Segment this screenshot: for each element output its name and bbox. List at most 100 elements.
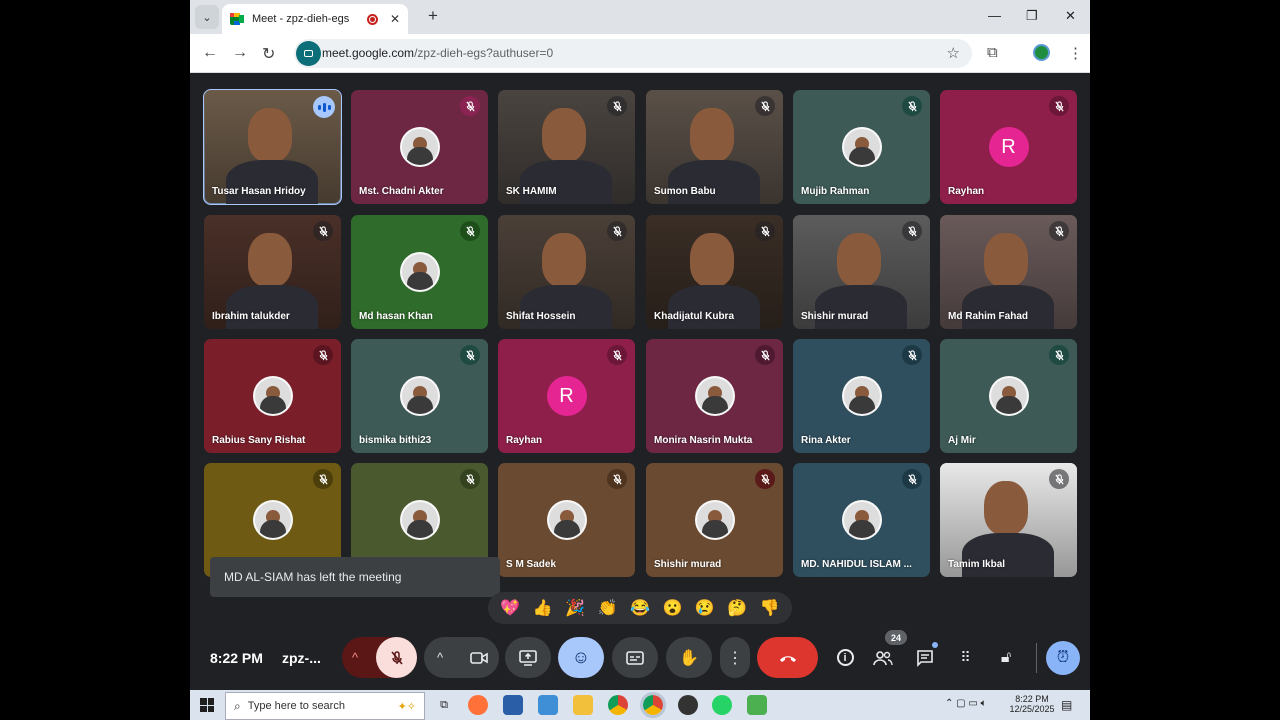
notification-icon[interactable]: ▤ xyxy=(1061,698,1072,712)
participant-tile[interactable]: Rina Akter xyxy=(793,339,930,453)
extensions-icon[interactable]: ⧉ xyxy=(987,44,998,61)
participant-body xyxy=(520,285,612,329)
menu-icon[interactable]: ⋮ xyxy=(1068,44,1083,62)
activities-button[interactable]: ⠿ xyxy=(952,637,978,678)
speaking-indicator-icon xyxy=(313,96,335,118)
mic-off-icon xyxy=(313,345,333,365)
participant-name: SK HAMIM xyxy=(506,186,557,197)
present-screen-button[interactable] xyxy=(505,637,551,678)
participant-name: Rabius Sany Rishat xyxy=(212,435,306,446)
close-window-button[interactable]: ✕ xyxy=(1065,8,1076,24)
raise-hand-button[interactable]: ✋ xyxy=(666,637,712,678)
hang-up-icon xyxy=(779,655,796,662)
recording-icon xyxy=(366,13,378,25)
firefox-icon[interactable] xyxy=(468,695,488,715)
chrome-icon[interactable] xyxy=(608,695,628,715)
reaction-surprised[interactable]: 😮 xyxy=(662,598,682,618)
reaction-thinking[interactable]: 🤔 xyxy=(727,598,747,618)
reaction-laugh[interactable]: 😂 xyxy=(630,598,650,618)
participant-tile[interactable]: Ibrahim talukder xyxy=(204,215,341,329)
app-icon-4[interactable] xyxy=(747,695,767,715)
participant-tile[interactable]: MD. NAHIDUL ISLAM ... xyxy=(793,463,930,577)
meeting-code[interactable]: zpz-... xyxy=(282,650,321,666)
participant-face xyxy=(984,481,1028,535)
participant-tile[interactable]: Tusar Hasan Hridoy xyxy=(203,89,342,205)
participant-tile[interactable]: Shishir murad xyxy=(646,463,783,577)
participant-name: Shifat Hossein xyxy=(506,311,576,322)
timer-button[interactable]: ⏰︎ xyxy=(1046,641,1080,675)
avatar xyxy=(841,376,882,416)
participant-tile[interactable]: Mujib Rahman xyxy=(793,90,930,204)
avatar xyxy=(841,127,882,167)
new-tab-button[interactable]: + xyxy=(428,6,438,26)
google-meet-icon xyxy=(230,13,244,25)
camera-button[interactable] xyxy=(458,637,499,678)
back-button[interactable]: ← xyxy=(202,44,218,62)
taskbar-clock[interactable]: 8:22 PM 12/25/2025 xyxy=(1008,694,1056,714)
avatar xyxy=(841,500,882,540)
participant-tile[interactable]: Mst. Chadni Akter xyxy=(351,90,488,204)
participant-tile[interactable]: Sumon Babu xyxy=(646,90,783,204)
participant-body xyxy=(962,533,1054,577)
chrome-active-icon[interactable] xyxy=(640,692,666,718)
taskbar-search[interactable]: ⌕ Type here to search ✦✧ xyxy=(225,692,425,720)
reactions-button[interactable]: ☺ xyxy=(558,637,604,678)
file-explorer-icon[interactable] xyxy=(573,695,593,715)
participant-tile[interactable]: Shifat Hossein xyxy=(498,215,635,329)
mic-off-icon xyxy=(755,469,775,489)
reaction-thumbs-up[interactable]: 👍 xyxy=(533,598,553,618)
captions-button[interactable] xyxy=(612,637,658,678)
participant-tile[interactable]: Aj Mir xyxy=(940,339,1077,453)
site-info-icon[interactable] xyxy=(296,41,321,66)
url-text: meet.google.com/zpz-dieh-egs?authuser=0 xyxy=(322,46,554,60)
participant-tile[interactable]: Shishir murad xyxy=(793,215,930,329)
app-icon-3[interactable] xyxy=(678,695,698,715)
microphone-button[interactable] xyxy=(376,637,417,678)
participant-tile[interactable]: R Rayhan xyxy=(940,90,1077,204)
hand-icon: ✋ xyxy=(679,649,699,667)
participant-tile[interactable]: Md Rahim Fahad xyxy=(940,215,1077,329)
reaction-thumbs-down[interactable]: 👎 xyxy=(760,598,780,618)
chevron-up-icon: ^ xyxy=(352,650,359,665)
reaction-clap[interactable]: 👏 xyxy=(598,598,618,618)
chat-button[interactable] xyxy=(912,637,938,678)
mic-off-icon xyxy=(460,469,480,489)
participant-tile[interactable]: Md hasan Khan xyxy=(351,215,488,329)
participant-tile[interactable]: Tamim Ikbal xyxy=(940,463,1077,577)
participant-name: Mujib Rahman xyxy=(801,186,870,197)
participant-tile[interactable]: Monira Nasrin Mukta xyxy=(646,339,783,453)
tab-meet[interactable]: Meet - zpz-dieh-egs ✕ xyxy=(222,4,408,34)
reaction-party[interactable]: 🎉 xyxy=(565,598,585,618)
whatsapp-icon[interactable] xyxy=(712,695,732,715)
address-bar[interactable]: meet.google.com/zpz-dieh-egs?authuser=0 … xyxy=(294,39,972,68)
profile-avatar[interactable] xyxy=(1033,44,1050,61)
participant-tile[interactable]: bismika bithi23 xyxy=(351,339,488,453)
participant-tile[interactable]: Khadijatul Kubra xyxy=(646,215,783,329)
reaction-sad[interactable]: 😢 xyxy=(695,598,715,618)
tab-search-button[interactable]: ⌄ xyxy=(195,5,219,29)
system-tray-icons[interactable]: ⌃ ▢ ▭ 🔈︎ xyxy=(945,698,987,709)
meeting-info-button[interactable]: i xyxy=(832,637,858,678)
reaction-sparkle-heart[interactable]: 💖 xyxy=(500,598,520,618)
participant-tile[interactable]: SK HAMIM xyxy=(498,90,635,204)
participant-body xyxy=(226,285,318,329)
windows-start-icon[interactable] xyxy=(200,698,214,712)
forward-button[interactable]: → xyxy=(232,44,248,62)
reload-button[interactable]: ↻ xyxy=(262,44,275,64)
app-icon-2[interactable] xyxy=(538,695,558,715)
participant-tile[interactable]: Rabius Sany Rishat xyxy=(204,339,341,453)
avatar xyxy=(988,376,1029,416)
host-controls-button[interactable]: 🔓︎ xyxy=(993,637,1019,678)
bookmark-star-icon[interactable]: ☆ xyxy=(947,44,960,62)
app-icon[interactable] xyxy=(503,695,523,715)
tab-close-icon[interactable]: ✕ xyxy=(390,12,400,26)
browser-toolbar: ← → ↻ meet.google.com/zpz-dieh-egs?authu… xyxy=(190,34,1090,73)
participant-tile[interactable]: S M Sadek xyxy=(498,463,635,577)
avatar-letter: R xyxy=(988,127,1029,167)
leave-call-button[interactable] xyxy=(757,637,818,678)
participant-tile[interactable]: R Rayhan xyxy=(498,339,635,453)
more-options-button[interactable]: ⋮ xyxy=(720,637,750,678)
maximize-button[interactable]: ❐ xyxy=(1026,8,1038,24)
minimize-button[interactable]: — xyxy=(988,8,1001,23)
task-view-icon[interactable]: ⧉ xyxy=(434,695,454,715)
